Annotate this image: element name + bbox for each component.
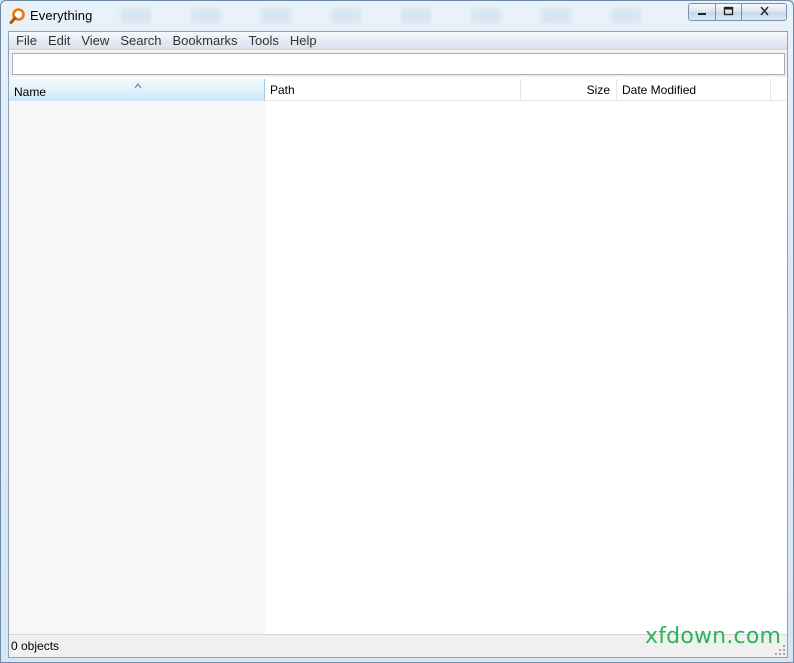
caption-buttons [688, 3, 787, 21]
app-window: Everything File Edit View Search Bookmar… [0, 0, 794, 663]
everything-app-icon [9, 8, 25, 24]
close-button[interactable] [741, 3, 787, 21]
column-header-date-label: Date Modified [622, 83, 697, 97]
maximize-button[interactable] [715, 3, 741, 21]
client-area: File Edit View Search Bookmarks Tools He… [8, 31, 788, 658]
column-header-filler [771, 79, 787, 101]
results-list[interactable] [9, 102, 787, 634]
close-icon [759, 5, 770, 19]
maximize-icon [723, 5, 734, 19]
minimize-button[interactable] [688, 3, 715, 21]
menu-bookmarks[interactable]: Bookmarks [168, 32, 243, 49]
status-object-count: 0 objects [11, 639, 60, 653]
column-header-path[interactable]: Path [265, 79, 521, 101]
menu-edit[interactable]: Edit [43, 32, 75, 49]
column-header-name[interactable]: Name [9, 79, 265, 101]
site-watermark: xfdown.com [645, 624, 782, 649]
name-column-shading [9, 102, 265, 634]
menu-file[interactable]: File [11, 32, 42, 49]
menu-help[interactable]: Help [285, 32, 322, 49]
column-header-size[interactable]: Size [521, 79, 617, 101]
column-header-name-label: Name [14, 85, 47, 99]
menu-view[interactable]: View [76, 32, 114, 49]
window-title: Everything [30, 8, 93, 23]
column-header-size-label: Size [586, 83, 610, 97]
column-headers: Name Path Size Date Modified [9, 79, 787, 101]
column-header-path-label: Path [270, 83, 295, 97]
minimize-icon [697, 5, 707, 19]
menu-bar: File Edit View Search Bookmarks Tools He… [9, 32, 787, 50]
search-row [9, 51, 787, 77]
search-input[interactable] [12, 53, 785, 75]
menu-tools[interactable]: Tools [244, 32, 284, 49]
title-bar[interactable]: Everything [1, 1, 793, 31]
column-header-date-modified[interactable]: Date Modified [617, 79, 771, 101]
sort-ascending-icon [134, 76, 142, 89]
menu-search[interactable]: Search [115, 32, 166, 49]
